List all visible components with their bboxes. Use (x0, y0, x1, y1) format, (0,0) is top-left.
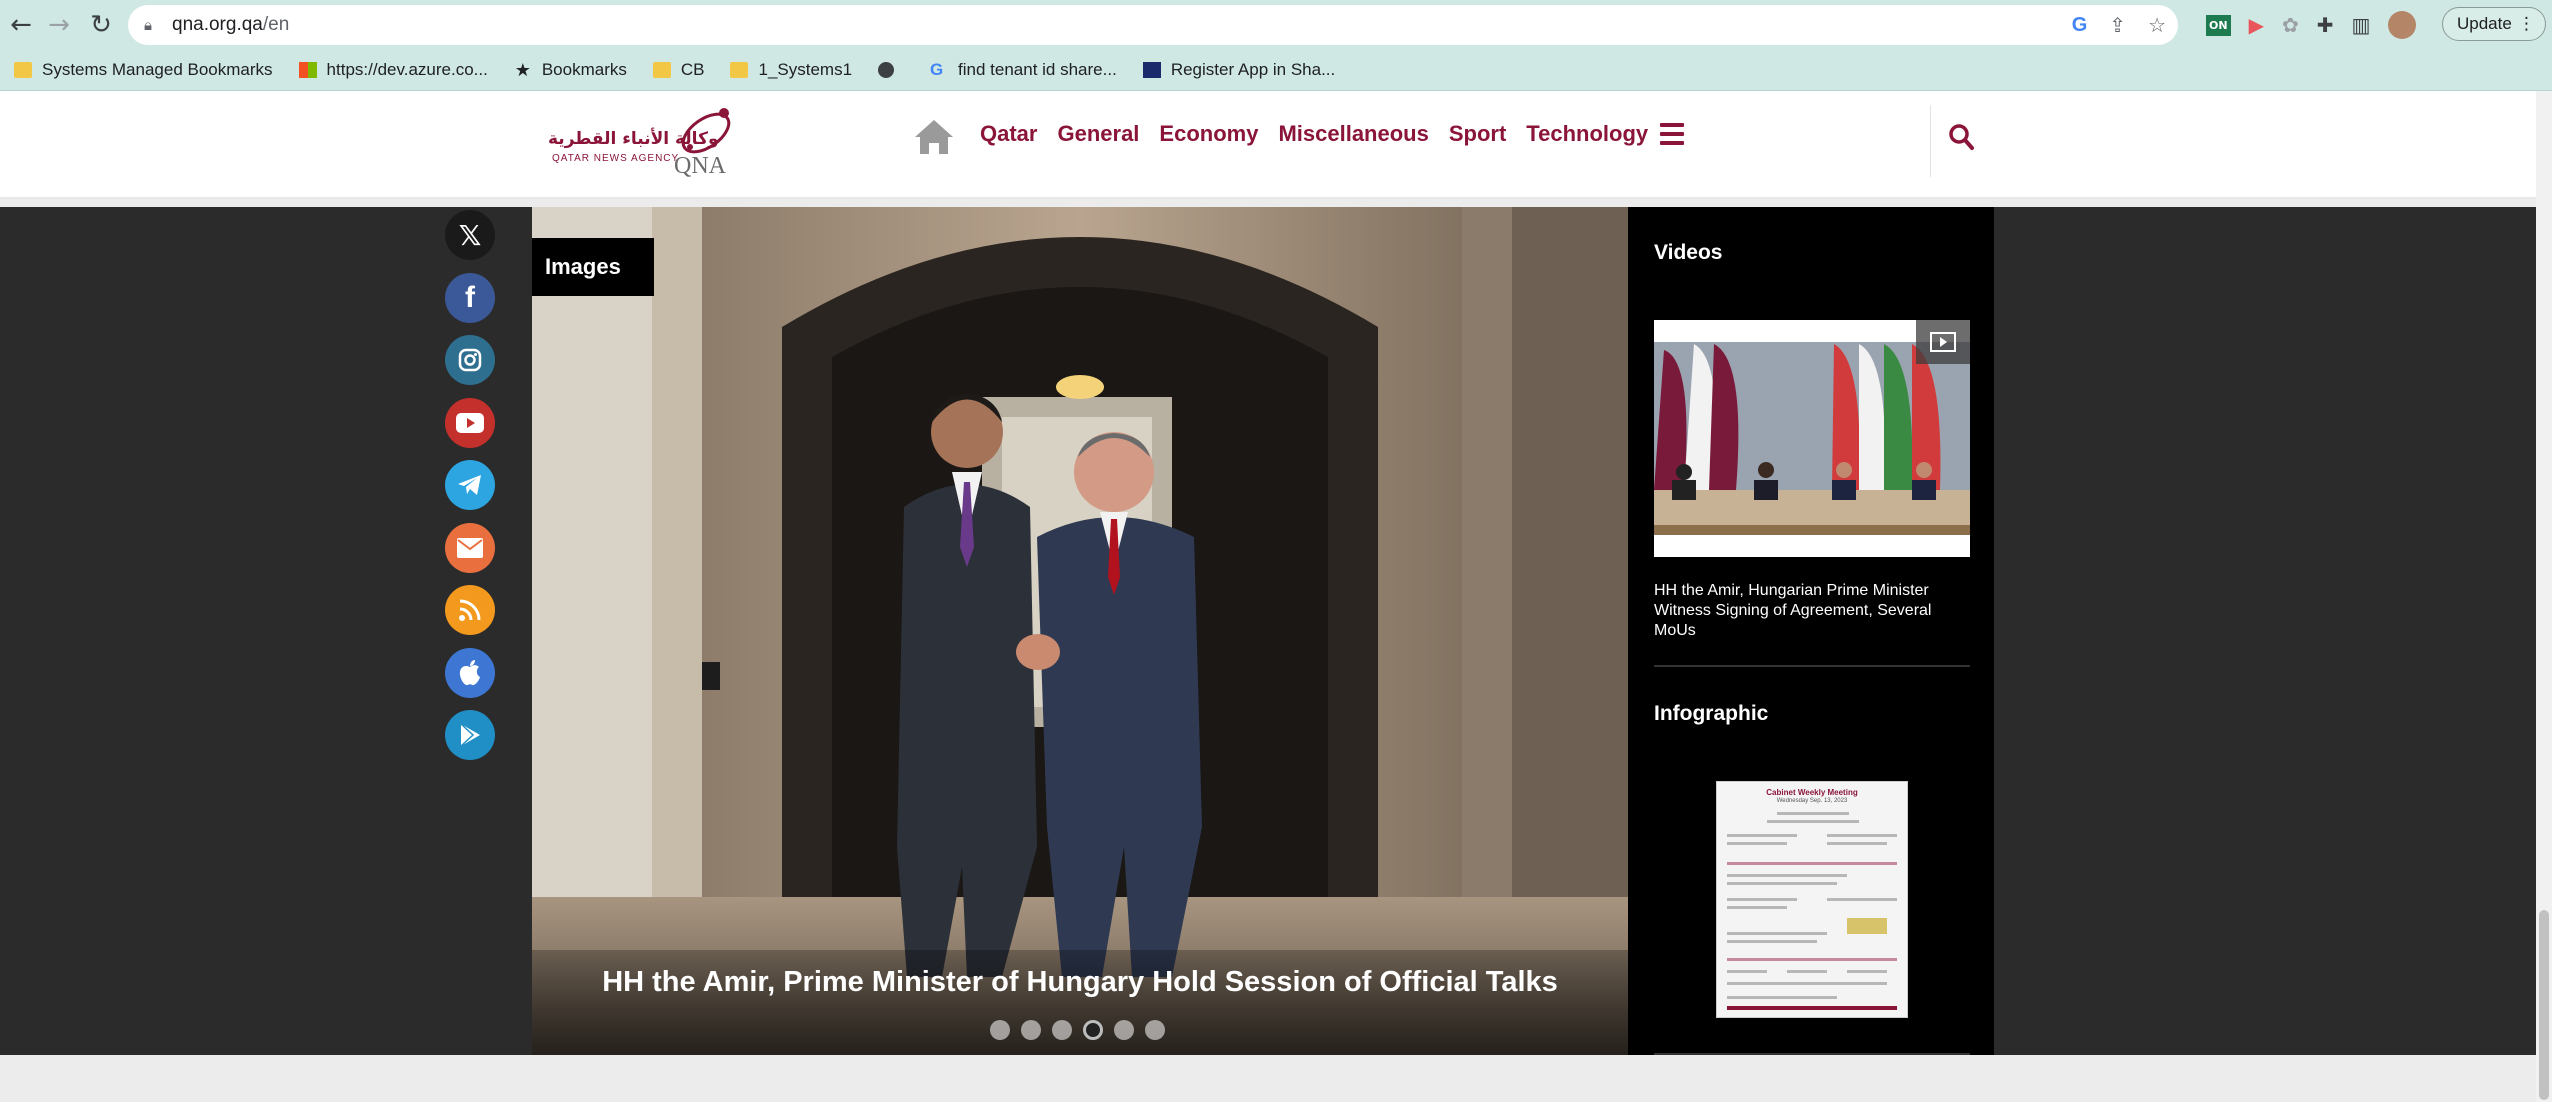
puzzle-extensions-icon[interactable]: ✚ (2317, 13, 2334, 37)
bookmark-systems1[interactable]: 1_Systems1 (730, 60, 852, 80)
forward-arrow-icon[interactable]: → (42, 8, 76, 42)
more-menu-icon: ⋮ (2518, 14, 2535, 33)
google-lens-icon[interactable]: G (2072, 14, 2088, 37)
sidebar-bottom-divider (1654, 1053, 1970, 1055)
folder-icon (730, 62, 749, 78)
images-badge[interactable]: Images (532, 238, 654, 296)
videos-title[interactable]: Videos (1654, 241, 1722, 265)
bookmark-globe[interactable] (878, 62, 904, 78)
video-caption[interactable]: HH the Amir, Hungarian Prime Minister Wi… (1654, 581, 1974, 641)
lock-icon: 🔒︎ (144, 17, 152, 34)
video-thumbnail[interactable] (1654, 320, 1970, 557)
nav-technology[interactable]: Technology (1526, 121, 1648, 147)
infographic-date: Wednesday Sep. 13, 2023 (1776, 798, 1848, 804)
nav-qatar[interactable]: Qatar (980, 121, 1037, 147)
bookmark-label: Systems Managed Bookmarks (42, 60, 273, 79)
slider-dot-1[interactable] (990, 1020, 1010, 1040)
instagram-icon[interactable] (445, 335, 495, 385)
bookmark-systems-managed[interactable]: Systems Managed Bookmarks (14, 60, 273, 80)
bookmark-cb[interactable]: CB (652, 60, 705, 80)
extension-on-icon[interactable]: ON (2206, 14, 2231, 36)
bookmark-bookmarks[interactable]: ★ Bookmarks (514, 60, 627, 80)
header-divider (1930, 105, 1931, 177)
sidebar-divider (1654, 665, 1970, 667)
home-icon[interactable] (912, 117, 956, 157)
nav-miscellaneous[interactable]: Miscellaneous (1278, 121, 1428, 147)
nav-economy[interactable]: Economy (1159, 121, 1258, 147)
url-text: qna.org.qa/en (172, 14, 290, 35)
apple-icon[interactable] (445, 647, 495, 698)
star-icon: ★ (514, 60, 531, 80)
x-icon[interactable]: 𝕏 (445, 210, 495, 260)
logo-qna-text: QNA (674, 153, 726, 179)
folder-icon (14, 62, 32, 78)
video-play-icon[interactable] (1916, 320, 1970, 364)
bookmark-label: Register App in Sha... (1170, 60, 1336, 79)
bookmark-label: Bookmarks (541, 60, 627, 79)
infographic-thumbnail[interactable]: Cabinet Weekly Meeting Wednesday Sep. 13… (1716, 781, 1908, 1018)
bookmark-tenant-id[interactable]: Gfind tenant id share... (930, 60, 1117, 80)
bookmark-register-app[interactable]: Register App in Sha... (1142, 60, 1336, 80)
slider-photo (532, 207, 1628, 1055)
slider-dot-2[interactable] (1021, 1020, 1041, 1040)
email-icon[interactable] (445, 522, 495, 573)
browser-toolbar: ← → ↻ 🔒︎ qna.org.qa/en G ⇪ ☆ ON ▶ ✿ ✚ ▥ … (0, 0, 2552, 50)
app-icon (1142, 62, 1161, 78)
slider-pagination (990, 1020, 1165, 1040)
hamburger-menu-icon[interactable] (1660, 123, 1684, 145)
slider-caption[interactable]: HH the Amir, Prime Minister of Hungary H… (532, 966, 1628, 999)
logo-english-text: QATAR NEWS AGENCY (552, 153, 680, 164)
infographic-heading: Cabinet Weekly Meeting (1766, 788, 1858, 797)
facebook-icon[interactable]: f (445, 272, 495, 323)
main-navigation: Qatar General Economy Miscellaneous Spor… (980, 121, 1648, 147)
recorder-extension-icon[interactable]: ▶ (2249, 13, 2264, 37)
google-icon: G (930, 60, 944, 79)
back-arrow-icon[interactable]: ← (4, 8, 38, 42)
slider-dot-4[interactable] (1083, 1020, 1103, 1040)
slider-dot-5[interactable] (1114, 1020, 1134, 1040)
nav-sport[interactable]: Sport (1449, 121, 1506, 147)
bookmark-label: find tenant id share... (958, 60, 1117, 79)
update-label: Update (2457, 14, 2512, 33)
google-play-icon[interactable] (445, 710, 495, 760)
bookmark-label: CB (680, 60, 705, 79)
bookmark-label: 1_Systems1 (758, 60, 853, 79)
search-icon[interactable] (1948, 123, 1974, 151)
qna-logo[interactable]: وكالة الأنباء القطرية QATAR NEWS AGENCY … (548, 103, 744, 183)
bookmark-label: https://dev.azure.co... (326, 60, 488, 79)
folder-icon (652, 62, 671, 78)
telegram-icon[interactable] (445, 460, 495, 510)
slider-dot-3[interactable] (1052, 1020, 1072, 1040)
address-bar[interactable]: 🔒︎ qna.org.qa/en G ⇪ ☆ (128, 5, 2178, 45)
site-header: وكالة الأنباء القطرية QATAR NEWS AGENCY … (0, 91, 2536, 199)
rss-icon[interactable] (445, 585, 495, 635)
globe-icon (878, 62, 895, 78)
bookmark-azure[interactable]: https://dev.azure.co... (298, 60, 488, 80)
infographic-title[interactable]: Infographic (1654, 702, 1768, 726)
reload-icon[interactable]: ↻ (84, 8, 118, 42)
bookmarks-bar: Systems Managed Bookmarks https://dev.az… (0, 50, 2552, 91)
scrollbar-thumb[interactable] (2539, 910, 2549, 1100)
nav-general[interactable]: General (1057, 121, 1139, 147)
extension-icon[interactable]: ✿ (2282, 13, 2299, 37)
side-panel-icon[interactable]: ▥ (2351, 13, 2370, 37)
update-button[interactable]: Update ⋮ (2442, 7, 2546, 41)
youtube-icon[interactable] (445, 397, 495, 448)
profile-avatar[interactable] (2388, 11, 2417, 39)
slider-dot-6[interactable] (1145, 1020, 1165, 1040)
microsoft-icon (298, 62, 317, 78)
share-icon[interactable]: ⇪ (2109, 13, 2126, 37)
logo-arabic-text: وكالة الأنباء القطرية (548, 129, 719, 149)
bookmark-star-icon[interactable]: ☆ (2148, 13, 2166, 37)
image-slider[interactable] (532, 207, 1628, 1055)
social-links: 𝕏 f (445, 210, 495, 760)
